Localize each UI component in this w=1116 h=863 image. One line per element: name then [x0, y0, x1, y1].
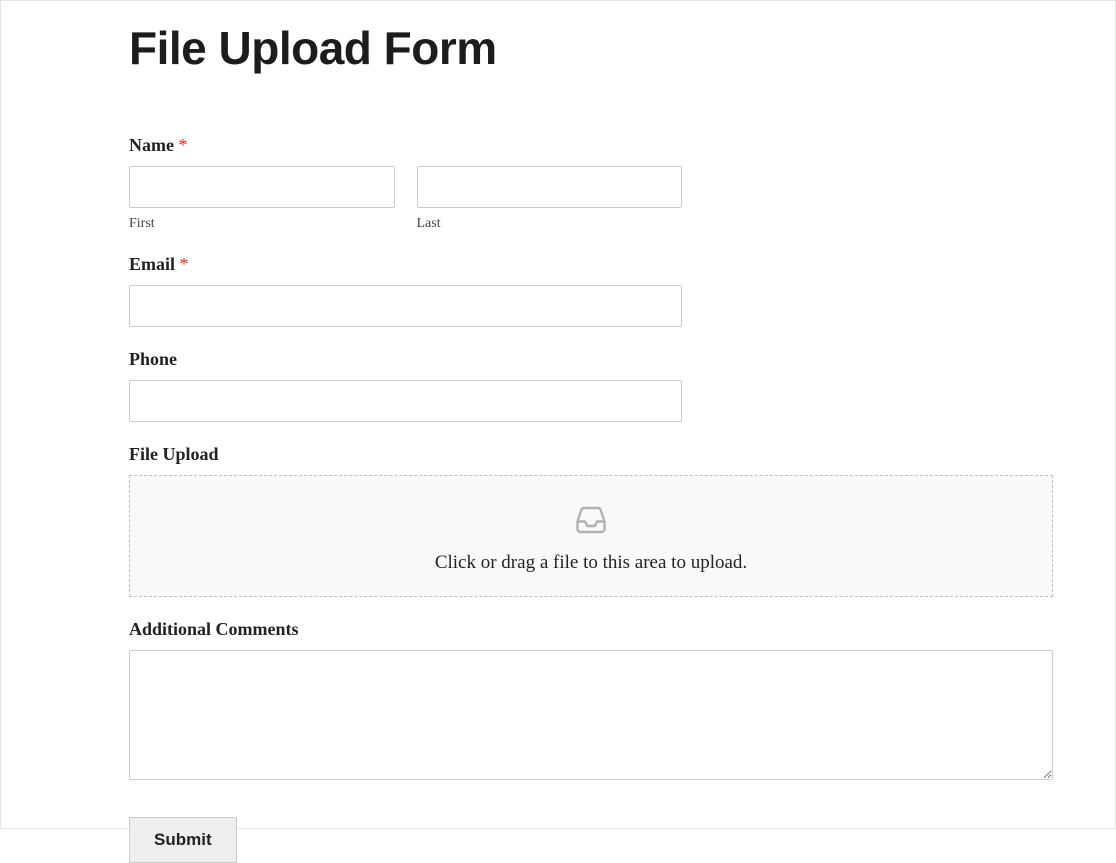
- inbox-icon: [573, 502, 609, 538]
- last-name-column: Last: [417, 166, 683, 232]
- first-name-column: First: [129, 166, 395, 232]
- first-name-sublabel: First: [129, 216, 395, 232]
- last-name-input[interactable]: [417, 166, 683, 208]
- comments-label: Additional Comments: [129, 619, 1053, 640]
- file-upload-field: File Upload Click or drag a file to this…: [129, 444, 1053, 597]
- last-name-sublabel: Last: [417, 216, 683, 232]
- comments-textarea[interactable]: [129, 650, 1053, 780]
- first-name-input[interactable]: [129, 166, 395, 208]
- email-label-text: Email: [129, 254, 175, 274]
- comments-field: Additional Comments: [129, 619, 1053, 785]
- phone-label: Phone: [129, 349, 1053, 370]
- form-title: File Upload Form: [129, 21, 1053, 75]
- email-label: Email *: [129, 254, 1053, 275]
- file-upload-label: File Upload: [129, 444, 1053, 465]
- name-input-row: First Last: [129, 166, 682, 232]
- phone-input[interactable]: [129, 380, 682, 422]
- email-field: Email *: [129, 254, 1053, 327]
- name-label-text: Name: [129, 135, 174, 155]
- email-input[interactable]: [129, 285, 682, 327]
- submit-button[interactable]: Submit: [129, 817, 237, 863]
- file-dropzone[interactable]: Click or drag a file to this area to upl…: [129, 475, 1053, 597]
- required-indicator: *: [180, 254, 189, 274]
- page-container: File Upload Form Name * First Last E: [0, 0, 1116, 829]
- name-field: Name * First Last: [129, 135, 1053, 232]
- dropzone-instruction: Click or drag a file to this area to upl…: [435, 552, 747, 574]
- form-content: File Upload Form Name * First Last E: [129, 21, 1053, 863]
- phone-field: Phone: [129, 349, 1053, 422]
- required-indicator: *: [178, 135, 187, 155]
- name-label: Name *: [129, 135, 1053, 156]
